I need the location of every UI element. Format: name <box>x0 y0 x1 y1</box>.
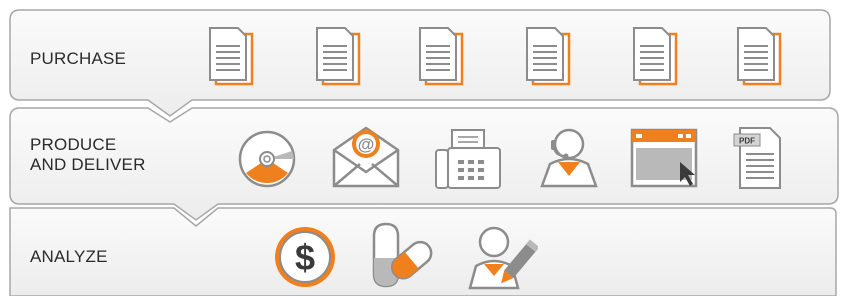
label-produce-and-deliver: PRODUCE AND DELIVER <box>30 135 146 175</box>
dollar-sign-text: $ <box>295 237 315 278</box>
label-purchase: PURCHASE <box>30 49 127 68</box>
pdf-label-text: PDF <box>739 137 755 146</box>
document-stack-icon <box>419 27 464 86</box>
label-produce-line2: AND DELIVER <box>30 155 146 174</box>
label-produce-line1: PRODUCE <box>30 135 117 154</box>
pill-capsule-icon <box>372 222 433 288</box>
browser-window-icon <box>630 128 698 188</box>
document-stack-icon <box>316 27 361 86</box>
document-stack-icon <box>526 27 571 86</box>
at-sign-text: @ <box>358 135 375 154</box>
pdf-document-icon: PDF <box>733 127 781 189</box>
document-stack-icon <box>737 27 782 86</box>
user-edit-icon <box>468 226 538 290</box>
document-stack-icon <box>633 27 678 86</box>
cd-disc-icon <box>238 130 296 188</box>
dollar-coin-icon: $ <box>275 227 335 287</box>
process-diagram: PURCHASE PRODUCE AND DELIVER ANALYZE @ P… <box>0 0 841 296</box>
label-analyze: ANALYZE <box>30 247 108 266</box>
email-envelope-icon: @ <box>332 126 400 188</box>
document-stack-icon <box>209 27 254 86</box>
call-center-agent-icon <box>540 128 598 188</box>
fax-machine-icon <box>435 129 501 189</box>
